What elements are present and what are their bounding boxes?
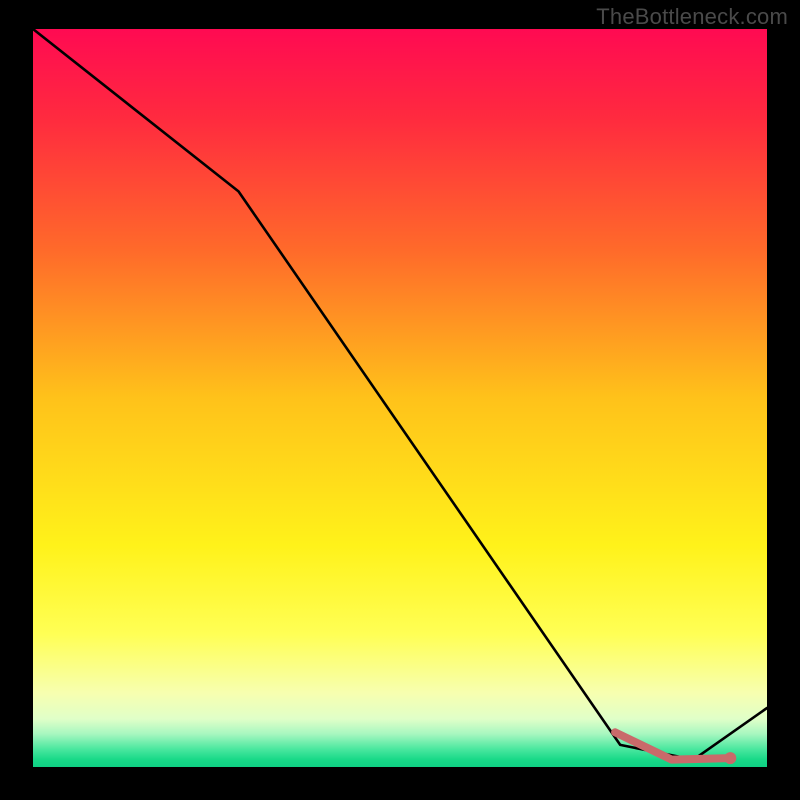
chart-container: { "watermark": "TheBottleneck.com", "cha… [0,0,800,800]
watermark-text: TheBottleneck.com [596,4,788,30]
plot-background [33,29,767,767]
bottleneck-chart [0,0,800,800]
highlight-dot [724,752,736,764]
